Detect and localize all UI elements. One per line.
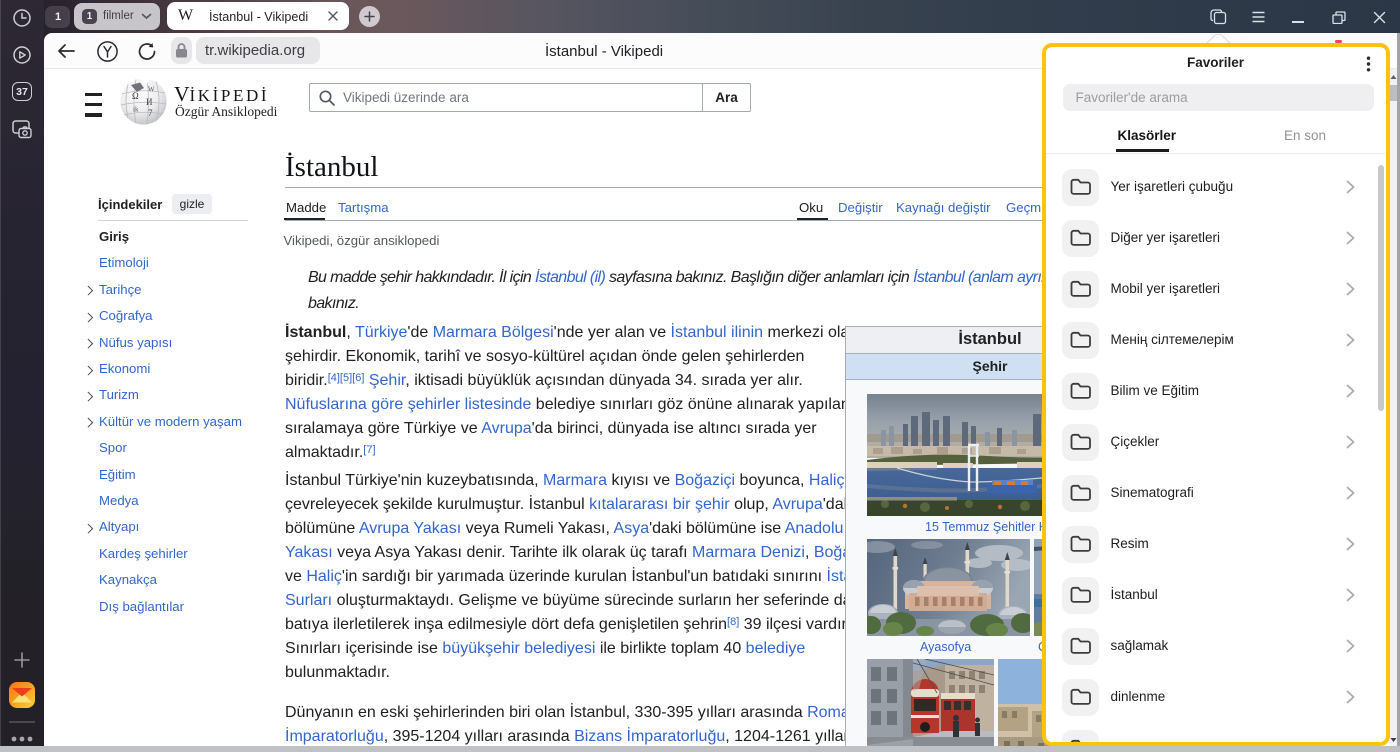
- svg-text:ik: ik: [133, 106, 139, 114]
- svg-text:И: И: [146, 97, 153, 107]
- svg-text:Ω: Ω: [132, 91, 139, 101]
- svg-text:7: 7: [148, 108, 153, 118]
- svg-text:W: W: [148, 86, 155, 94]
